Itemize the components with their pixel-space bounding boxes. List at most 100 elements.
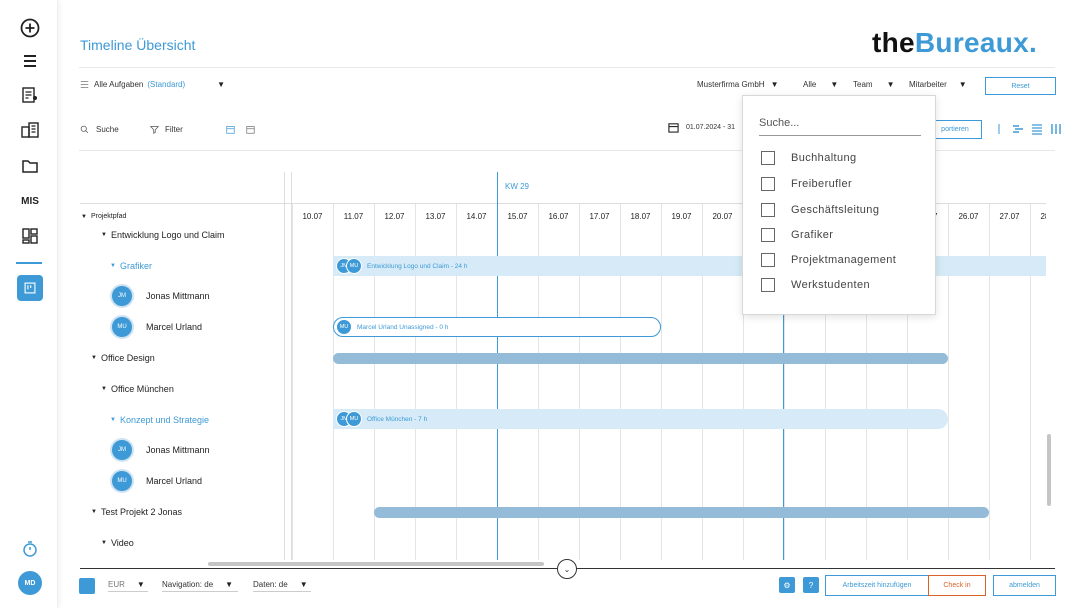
- task-filter-label: Alle Aufgaben: [94, 80, 144, 89]
- contacts-icon[interactable]: [17, 82, 43, 108]
- buildings-icon[interactable]: [17, 117, 43, 143]
- navigation-language-select[interactable]: Navigation: de ▼: [162, 580, 238, 592]
- timeline-bar[interactable]: [374, 507, 989, 518]
- checkin-button[interactable]: Check in: [928, 575, 986, 596]
- checkbox[interactable]: [761, 151, 775, 165]
- tree-row-person[interactable]: MU Marcel Urland: [110, 315, 202, 339]
- checkbox[interactable]: [761, 253, 775, 267]
- add-worktime-button[interactable]: Arbeitszeit hinzufügen: [825, 575, 929, 596]
- checkbox[interactable]: [761, 203, 775, 217]
- tree-row-person[interactable]: JM Jonas Mittmann: [110, 438, 210, 462]
- tree-root[interactable]: ▼ Projektpfad: [81, 213, 126, 220]
- footer-menu-icon[interactable]: [79, 578, 95, 594]
- view-divider-icon: [998, 124, 1000, 134]
- navigation-language-label: Navigation: de: [162, 580, 214, 589]
- help-button[interactable]: ?: [803, 577, 819, 593]
- tree-row-label: Video: [110, 538, 134, 548]
- sidebar-separator: [16, 262, 42, 264]
- employee-label: Mitarbeiter: [909, 80, 947, 89]
- date-range-value: 01.07.2024 - 31: [686, 124, 736, 131]
- brand-bureaux: Bureaux.: [914, 27, 1038, 58]
- company-select[interactable]: Musterfirma GmbH ▼: [697, 80, 778, 89]
- day-label: 20.07: [712, 212, 733, 221]
- export-button[interactable]: portieren: [928, 120, 982, 139]
- dashboard-icon[interactable]: [17, 223, 43, 249]
- tree-row-label: Projektpfad: [90, 213, 127, 220]
- list-view-icon[interactable]: [1031, 123, 1043, 135]
- day-label: 11.07: [343, 212, 364, 221]
- folder-icon[interactable]: [17, 153, 43, 179]
- tree-row-project[interactable]: ▼ Office Design: [91, 353, 155, 363]
- mis-link[interactable]: MIS: [17, 188, 43, 214]
- team-select[interactable]: Team ▼: [853, 80, 894, 89]
- avatar: MU: [346, 258, 362, 274]
- data-language-select[interactable]: Daten: de ▼: [253, 580, 311, 592]
- tree-row-role[interactable]: ▼ Grafiker: [110, 261, 152, 271]
- tree-row-project[interactable]: ▼ Test Projekt 2 Jonas: [91, 507, 182, 517]
- logout-button[interactable]: abmelden: [993, 575, 1056, 596]
- dropdown-option[interactable]: Geschäftsleitung: [761, 203, 879, 217]
- expand-triangle-icon: ▼: [101, 386, 107, 392]
- tree-divider: [284, 172, 285, 560]
- chevron-down-icon: ▼: [217, 80, 226, 89]
- date-range-field[interactable]: 01.07.2024 - 31: [668, 122, 735, 133]
- page-title: Timeline Übersicht: [80, 37, 196, 53]
- chevron-down-icon: ▼: [830, 80, 839, 89]
- currency-select[interactable]: EUR ▼: [108, 580, 148, 592]
- timeline-nav-icon[interactable]: [17, 275, 43, 301]
- employee-select[interactable]: Mitarbeiter ▼: [909, 80, 967, 89]
- bar-label: Entwicklung Logo und Claim - 24 h: [367, 262, 468, 270]
- filter-toggle[interactable]: Filter: [150, 125, 183, 134]
- dropdown-option[interactable]: Freiberufler: [761, 177, 852, 191]
- filter-icon: [150, 126, 159, 134]
- data-language-label: Daten: de: [253, 580, 288, 589]
- day-label: 16.07: [548, 212, 569, 221]
- chevron-down-icon: ▼: [299, 580, 308, 589]
- tree-row-person[interactable]: MU Marcel Urland: [110, 469, 202, 493]
- checkbox[interactable]: [761, 177, 775, 191]
- task-filter-select[interactable]: Alle Aufgaben (Standard) ▼: [80, 80, 225, 89]
- tree-row-project[interactable]: ▼ Office München: [101, 384, 174, 394]
- horizontal-scrollbar[interactable]: [208, 562, 544, 566]
- avatar: MU: [110, 315, 134, 339]
- dropdown-option[interactable]: Buchhaltung: [761, 151, 857, 165]
- calendar-view-icon[interactable]: [226, 125, 235, 134]
- dropdown-search-input[interactable]: Suche...: [759, 110, 921, 136]
- stopwatch-icon[interactable]: [17, 536, 43, 562]
- timeline-bar[interactable]: [333, 353, 948, 364]
- expand-triangle-icon: ▼: [101, 232, 107, 238]
- day-label: 28.07: [1040, 212, 1046, 221]
- menu-icon[interactable]: [17, 48, 43, 74]
- tree-row-person[interactable]: JM Jonas Mittmann: [110, 284, 210, 308]
- dropdown-option[interactable]: Grafiker: [761, 228, 833, 242]
- tree-row-project[interactable]: ▼ Video: [101, 538, 134, 548]
- chevron-down-icon[interactable]: ⌄: [557, 559, 577, 579]
- filter-label: Filter: [165, 125, 183, 134]
- expand-triangle-icon: ▼: [81, 213, 87, 220]
- add-circle-icon[interactable]: [17, 15, 43, 41]
- search-toggle[interactable]: Suche: [80, 125, 119, 134]
- day-label: 12.07: [384, 212, 405, 221]
- checkbox[interactable]: [761, 228, 775, 242]
- column-view-icon[interactable]: [1050, 123, 1062, 135]
- tree-row-project[interactable]: ▼ Entwicklung Logo und Claim: [101, 230, 225, 240]
- avatar: JM: [110, 438, 134, 462]
- currency-label: EUR: [108, 580, 125, 589]
- tree-row-label: Entwicklung Logo und Claim: [110, 230, 225, 240]
- timeline-bar[interactable]: JM MU Office München - 7 h: [333, 409, 948, 429]
- day-label: 13.07: [425, 212, 446, 221]
- reset-button[interactable]: Reset: [985, 77, 1056, 95]
- checkbox[interactable]: [761, 278, 775, 292]
- gantt-view-icon[interactable]: [1012, 123, 1024, 135]
- vertical-scrollbar[interactable]: [1047, 434, 1051, 506]
- scope-select[interactable]: Alle ▼: [803, 80, 838, 89]
- timeline-bar[interactable]: JM MU Entwicklung Logo und Claim - 24 h: [333, 256, 1046, 276]
- option-label: Freiberufler: [791, 178, 853, 190]
- dropdown-option[interactable]: Projektmanagement: [761, 253, 896, 267]
- timeline-bar[interactable]: MU Marcel Urland Unassigned - 0 h: [333, 317, 661, 337]
- user-avatar[interactable]: MD: [18, 571, 42, 595]
- settings-icon[interactable]: ⚙: [779, 577, 795, 593]
- tree-row-role[interactable]: ▼ Konzept und Strategie: [110, 415, 209, 425]
- calendar-alt-icon[interactable]: [246, 125, 255, 134]
- dropdown-option[interactable]: Werkstudenten: [761, 278, 870, 292]
